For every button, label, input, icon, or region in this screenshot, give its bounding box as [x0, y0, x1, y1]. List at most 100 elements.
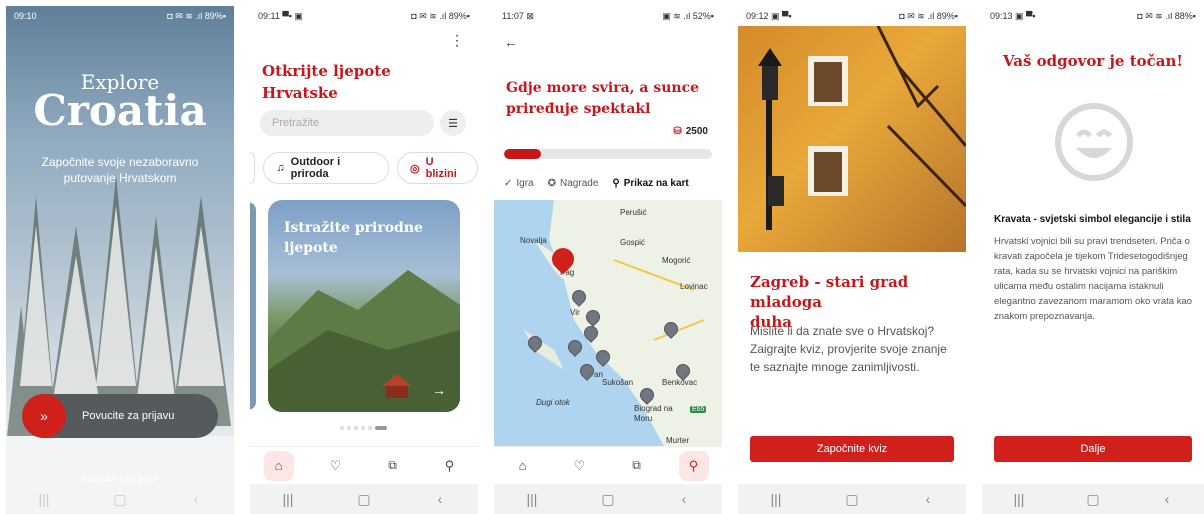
tab-rewards[interactable]: ✪ Nagrade	[548, 178, 599, 189]
home-button[interactable]: ▢	[1073, 491, 1113, 508]
tab-home[interactable]: ⌂	[263, 450, 294, 481]
map-label-murter: Murter	[666, 436, 690, 445]
status-time: 09:13 ▣ ▀▪	[990, 10, 1036, 21]
recent-apps-button[interactable]: |||	[756, 491, 796, 507]
tagline: Započnite svoje nezaboravno putovanje Hr…	[41, 155, 199, 185]
card-title-line2: ljepote	[284, 240, 338, 256]
tab-home[interactable]: ⌂	[508, 451, 538, 481]
chip-partial[interactable]	[250, 152, 256, 184]
status-time: 09:11 ▀▪ ▣	[258, 10, 303, 21]
map-label-gospic: Gospić	[620, 238, 645, 247]
quiz-description: Mislite li da znate sve o Hrvatskoj? Zai…	[750, 324, 947, 374]
back-button[interactable]: ‹	[420, 491, 460, 507]
page-title-line2: Hrvatske	[262, 84, 338, 102]
map-label-benkovac: Benkovac	[662, 378, 698, 387]
map-pin-icon: ⚲	[612, 178, 620, 189]
map-label-lovinac: Lovinac	[680, 282, 708, 291]
heart-icon: ♡	[573, 457, 586, 473]
next-button[interactable]: Dalje	[994, 436, 1192, 462]
card-partial-left[interactable]	[250, 202, 256, 410]
page-title: Gdje more svira, a sunce priređuje spekt…	[506, 78, 699, 120]
more-options-icon[interactable]: ⋮	[450, 32, 464, 49]
chip-outdoor[interactable]: ♫ Outdoor i priroda	[263, 152, 390, 184]
map-label-perusic: Perušić	[620, 208, 647, 217]
fact-body: Hrvatski vojnici bili su pravi trendsete…	[994, 236, 1193, 322]
person-icon: ⚲	[688, 457, 699, 473]
quiz-title-line1: Zagreb - stari grad mladoga	[750, 273, 909, 311]
result-title: Vaš odgovor je točan!	[1003, 52, 1183, 70]
tab-map-label: Prikaz na kart	[623, 178, 689, 189]
carousel-dots	[340, 426, 387, 430]
check-circle-icon: ✓	[504, 178, 513, 189]
filter-button[interactable]: ☰	[440, 110, 466, 136]
card-title: Istražite prirodne ljepote	[284, 218, 423, 258]
suitcase-icon: ⧉	[388, 458, 397, 472]
bell-icon: ♫	[276, 162, 285, 174]
points-badge: ⛁ 2500	[673, 126, 708, 137]
tab-game-label: Igra	[516, 178, 534, 189]
back-button[interactable]: ‹	[176, 491, 216, 507]
recent-apps-button[interactable]: |||	[512, 491, 552, 507]
card-title-line1: Istražite prirodne	[284, 220, 423, 236]
zagreb-lantern-image	[738, 26, 966, 252]
status-icons: ◘ ✉ ≋ .ıl 88%▪	[1137, 10, 1196, 21]
home-icon: ⌂	[518, 458, 527, 473]
tab-favorites[interactable]: ♡	[321, 451, 351, 481]
status-icons: ◘ ✉ ≋ .ıl 89%▪	[167, 10, 226, 21]
featured-card[interactable]: Istražite prirodne ljepote →	[268, 200, 460, 412]
tab-game[interactable]: ✓ Igra	[504, 178, 534, 189]
recent-apps-button[interactable]: |||	[999, 491, 1039, 507]
suitcase-icon: ⧉	[632, 458, 641, 472]
search-input[interactable]: Pretražite	[260, 110, 434, 136]
sliders-icon: ☰	[448, 117, 458, 130]
status-icons: ▣ ≋ .ıl 52%▪	[662, 10, 714, 21]
quiz-intro-screen: 09:12 ▣ ▀▪ ◘ ✉ ≋ .ıl 89%▪ Zagreb - stari…	[738, 6, 966, 514]
swipe-handle[interactable]: »	[22, 394, 66, 438]
map-label-sukosan: Sukošan	[602, 378, 634, 387]
coins-icon: ⛁	[673, 126, 682, 137]
home-button[interactable]: ▢	[344, 491, 384, 508]
map-label-dugi-otok: Dugi otok	[536, 398, 570, 407]
swipe-to-login-slider[interactable]: » Povucite za prijavu	[22, 394, 218, 438]
chip-nearby[interactable]: ◎ U blizini	[397, 152, 478, 184]
tab-profile[interactable]: ⚲	[435, 451, 465, 481]
map-label-mogoric: Mogorić	[662, 256, 691, 265]
heart-icon: ♡	[329, 457, 342, 473]
tab-favorites[interactable]: ♡	[565, 451, 595, 481]
start-quiz-button[interactable]: Započnite kviz	[750, 436, 954, 462]
home-icon: ⌂	[274, 458, 283, 473]
double-chevron-right-icon: »	[40, 408, 48, 424]
tab-rewards-label: Nagrade	[560, 178, 599, 189]
tab-profile[interactable]: ⚲	[678, 450, 709, 481]
tab-trips[interactable]: ⧉	[622, 451, 652, 481]
tab-trips[interactable]: ⧉	[378, 451, 408, 481]
progress-bar	[504, 149, 712, 159]
arrow-right-icon[interactable]: →	[432, 382, 446, 398]
page-title-line1: Otkrijte ljepote	[262, 62, 391, 80]
category-chips: ♫ Outdoor i priroda ◎ U blizini	[250, 152, 478, 184]
home-button[interactable]: ▢	[832, 491, 872, 508]
status-icons: ◘ ✉ ≋ .ıl 89%▪	[899, 10, 958, 21]
award-icon: ✪	[547, 178, 557, 189]
home-screen: 09:11 ▀▪ ▣ ◘ ✉ ≋ .ıl 89%▪ ⋮ Otkrijte lje…	[250, 6, 478, 514]
recent-apps-button[interactable]: |||	[24, 491, 64, 507]
home-button[interactable]: ▢	[100, 491, 140, 508]
smiley-face-icon	[1055, 103, 1133, 181]
home-button[interactable]: ▢	[588, 491, 628, 508]
tab-map[interactable]: ⚲ Prikaz na kart	[612, 178, 688, 189]
back-arrow-icon[interactable]: ←	[504, 34, 518, 50]
map-label-e65: E65	[690, 406, 707, 413]
page-title-line1: Gdje more svira, a sunce	[506, 80, 700, 96]
page-title-line2: priređuje spektakl	[506, 101, 651, 117]
map-view[interactable]: Perušić Novalja Gospić Pag Mogorić Lovin…	[494, 200, 722, 446]
points-value: 2500	[685, 126, 708, 137]
location-target-icon: ◎	[410, 162, 420, 175]
back-button[interactable]: ‹	[908, 491, 948, 507]
fact-title: Kravata - svjetski simbol elegancije i s…	[994, 214, 1191, 225]
back-button[interactable]: ‹	[1147, 491, 1187, 507]
back-button[interactable]: ‹	[664, 491, 704, 507]
recent-apps-button[interactable]: |||	[268, 491, 308, 507]
map-label-vir: Vir	[570, 308, 580, 317]
status-icons: ◘ ✉ ≋ .ıl 89%▪	[411, 10, 470, 21]
quiz-result-screen: 09:13 ▣ ▀▪ ◘ ✉ ≋ .ıl 88%▪ Vaš odgovor je…	[982, 6, 1204, 514]
